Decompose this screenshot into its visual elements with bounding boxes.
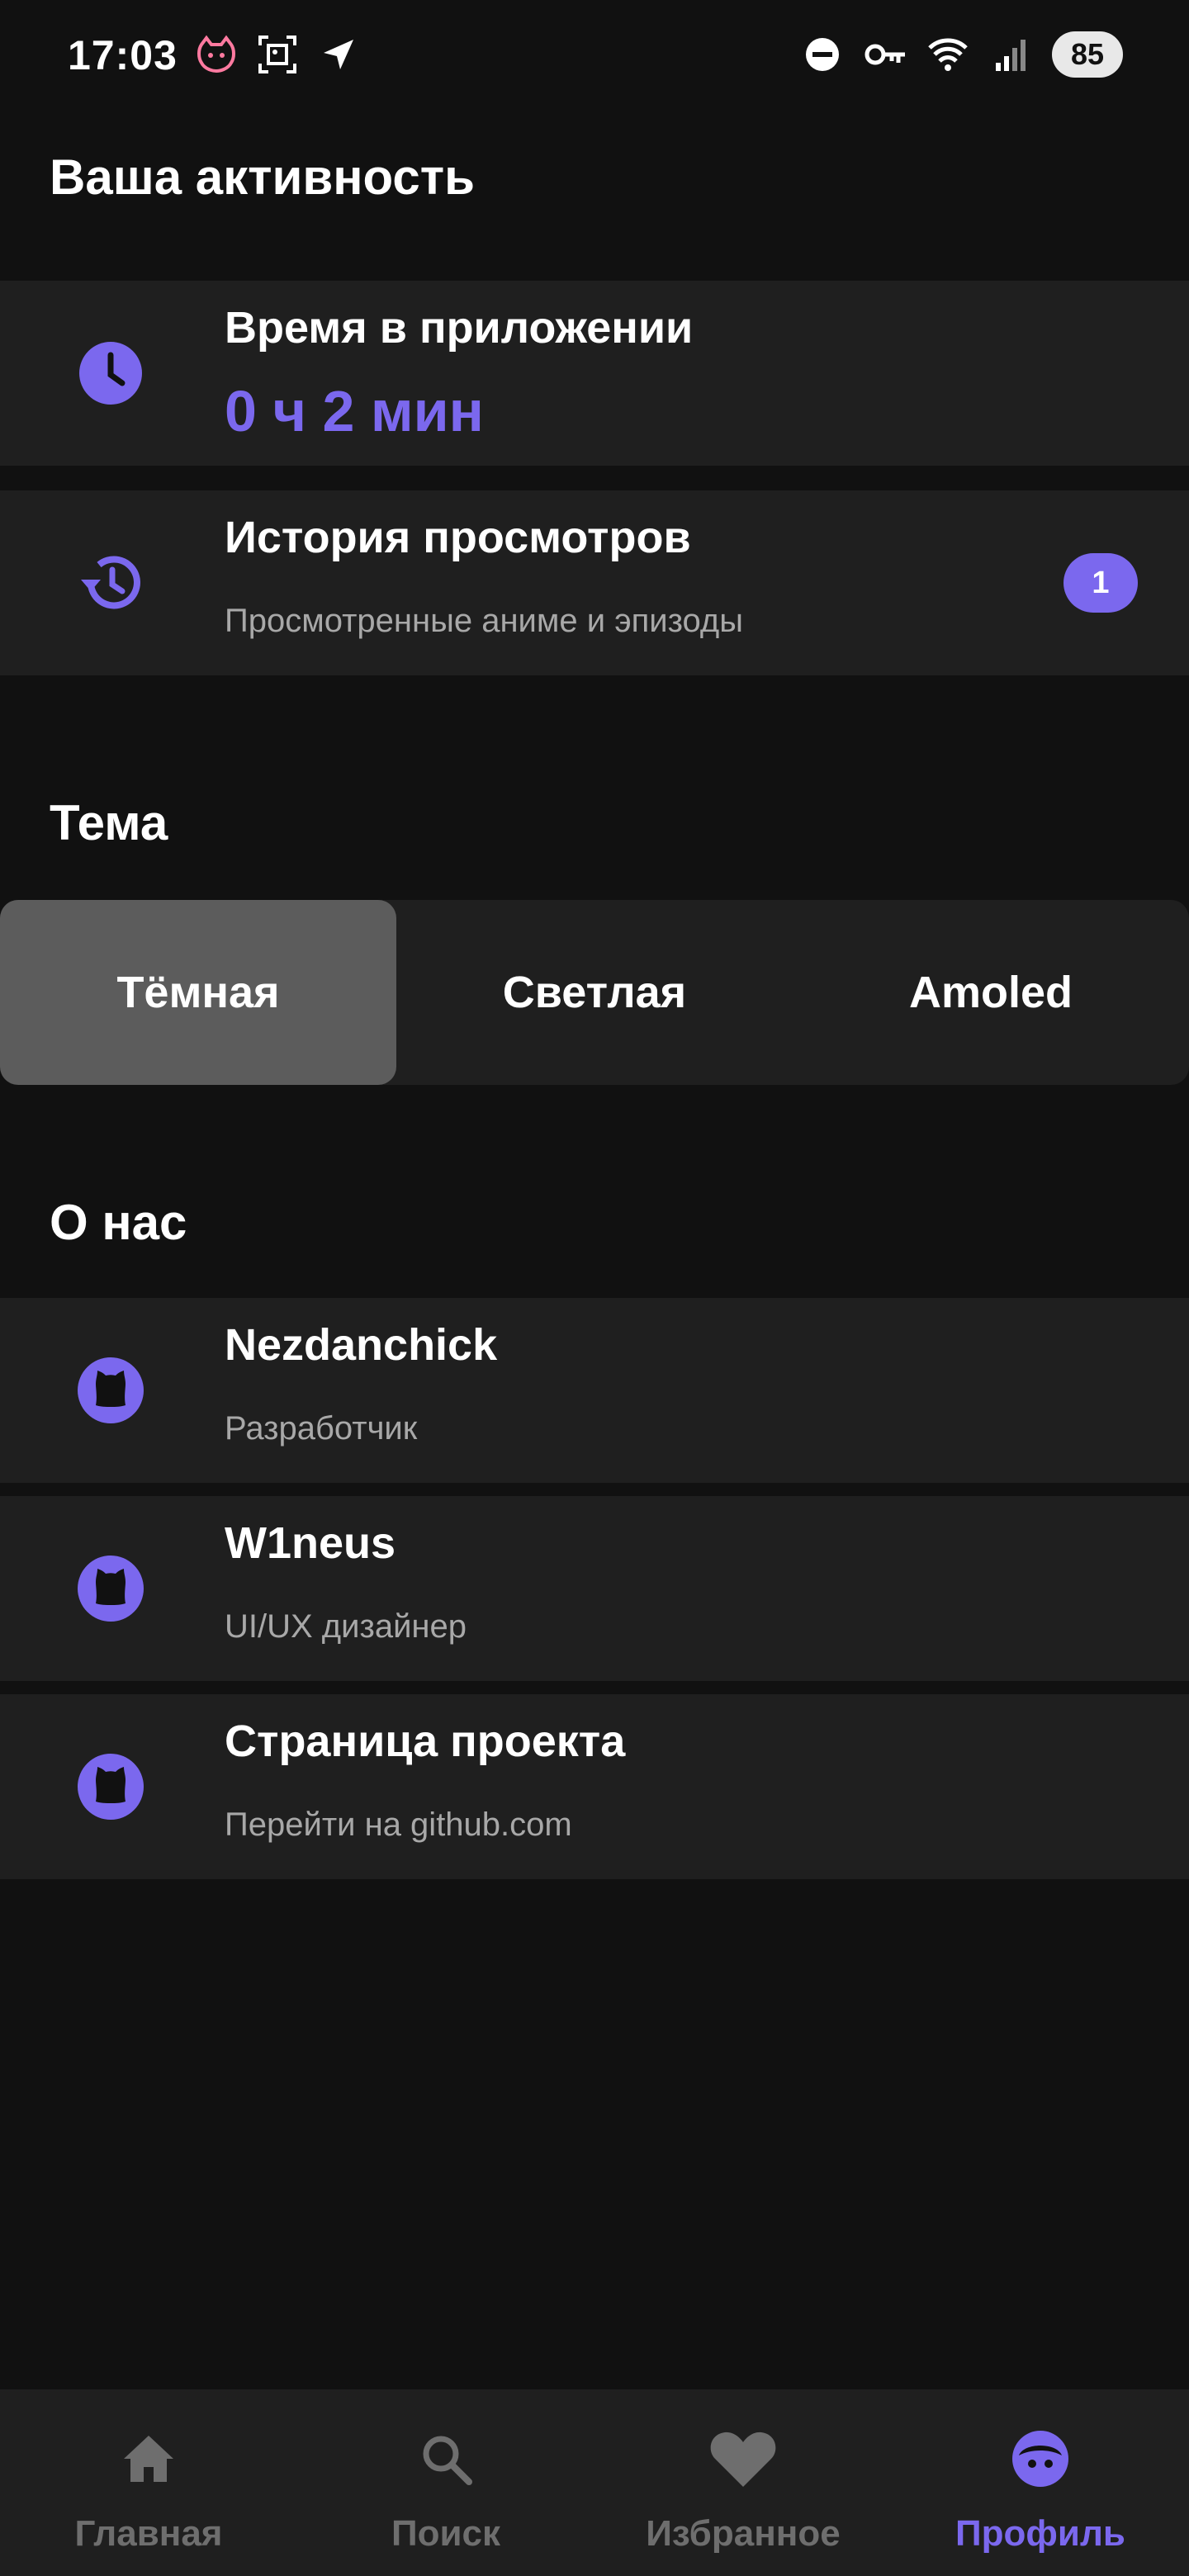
- screenshot-icon: [256, 33, 299, 76]
- home-icon: [112, 2422, 185, 2495]
- nav-item-profile[interactable]: Профиль: [892, 2389, 1189, 2576]
- time-in-app-card: Время в приложении 0 ч 2 мин: [0, 281, 1189, 466]
- nav-item-home[interactable]: Главная: [0, 2389, 297, 2576]
- vpn-key-icon: [864, 33, 907, 76]
- theme-segmented-control: Тёмная Светлая Amoled: [0, 900, 1189, 1085]
- nav-label-home: Главная: [74, 2513, 223, 2554]
- status-right-icons: 85: [801, 31, 1123, 78]
- about-section-title: О нас: [50, 1195, 187, 1250]
- theme-option-dark[interactable]: Тёмная: [0, 900, 396, 1085]
- history-icon: [76, 548, 145, 618]
- do-not-disturb-icon: [801, 33, 844, 76]
- about-item-title: Nezdanchick: [225, 1320, 498, 1370]
- signal-icon: [989, 33, 1032, 76]
- about-item-title: Страница проекта: [225, 1717, 626, 1766]
- wifi-icon: [926, 33, 969, 76]
- about-item-nezdanchick[interactable]: Nezdanchick Разработчик: [0, 1298, 1189, 1483]
- clock-icon: [76, 339, 145, 408]
- profile-screen: 17:03 85 Ваша активность Время в приложе…: [0, 0, 1189, 2576]
- time-in-app-value: 0 ч 2 мин: [225, 379, 484, 443]
- nav-item-search[interactable]: Поиск: [297, 2389, 594, 2576]
- profile-face-icon: [1004, 2422, 1077, 2495]
- about-item-subtitle: Перейти на github.com: [225, 1807, 572, 1843]
- location-arrow-icon: [317, 33, 360, 76]
- history-count-badge: 1: [1063, 553, 1138, 613]
- history-card[interactable]: История просмотров Просмотренные аниме и…: [0, 490, 1189, 675]
- github-icon: [76, 1554, 145, 1623]
- github-icon: [76, 1356, 145, 1425]
- bottom-navigation: Главная Поиск Избранное Профиль: [0, 2389, 1189, 2576]
- theme-option-light[interactable]: Светлая: [396, 900, 793, 1085]
- nav-label-search: Поиск: [391, 2513, 501, 2554]
- status-bar: 17:03 85: [0, 0, 1189, 116]
- theme-option-amoled[interactable]: Amoled: [793, 900, 1189, 1085]
- status-time: 17:03: [68, 32, 178, 78]
- theme-section-title: Тема: [50, 795, 168, 850]
- history-title: История просмотров: [225, 513, 691, 562]
- nav-item-favorites[interactable]: Избранное: [594, 2389, 892, 2576]
- nav-label-favorites: Избранное: [646, 2513, 841, 2554]
- github-icon: [76, 1752, 145, 1821]
- nav-label-profile: Профиль: [955, 2513, 1125, 2554]
- cat-notification-icon: [195, 33, 238, 76]
- search-icon: [410, 2422, 482, 2495]
- about-item-title: W1neus: [225, 1518, 396, 1568]
- about-item-subtitle: UI/UX дизайнер: [225, 1608, 467, 1645]
- status-left-icons: [195, 33, 360, 76]
- activity-section-title: Ваша активность: [50, 149, 476, 205]
- about-item-project-page[interactable]: Страница проекта Перейти на github.com: [0, 1694, 1189, 1879]
- about-item-subtitle: Разработчик: [225, 1410, 418, 1447]
- about-item-w1neus[interactable]: W1neus UI/UX дизайнер: [0, 1496, 1189, 1681]
- time-in-app-title: Время в приложении: [225, 303, 694, 353]
- battery-indicator: 85: [1052, 31, 1123, 78]
- history-subtitle: Просмотренные аниме и эпизоды: [225, 603, 743, 639]
- heart-icon: [707, 2422, 779, 2495]
